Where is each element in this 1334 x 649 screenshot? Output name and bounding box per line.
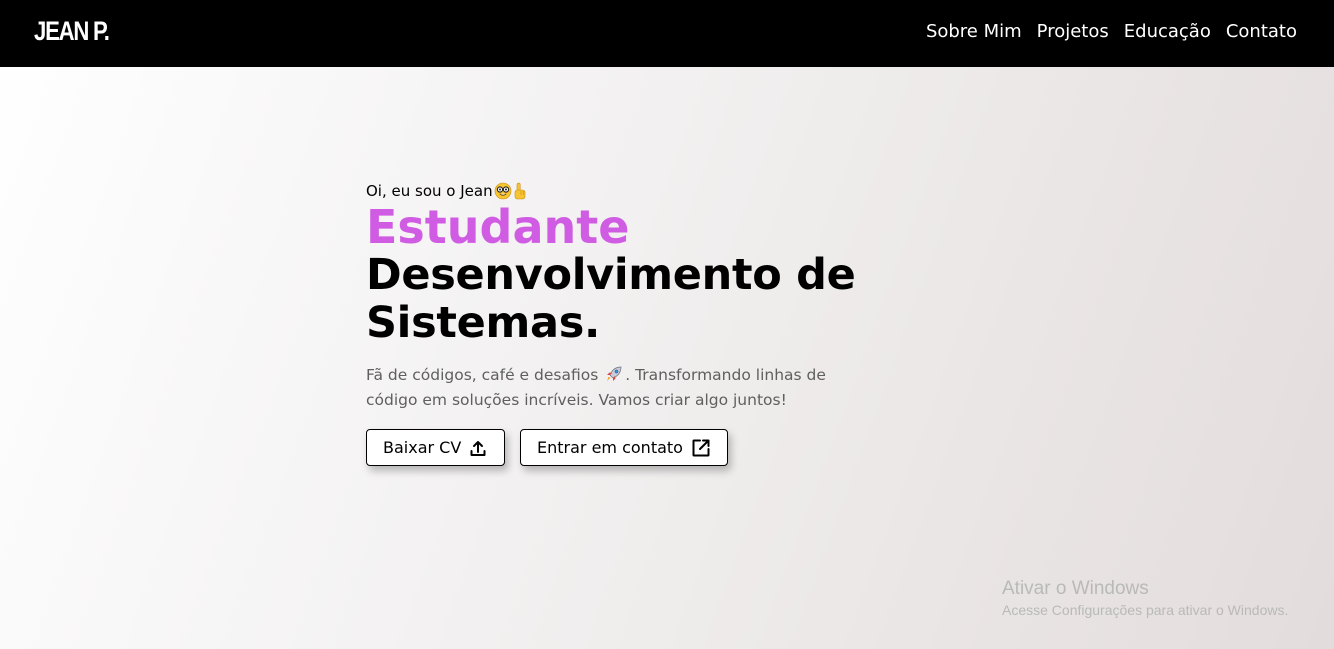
greeting-text: Oi, eu sou o Jean xyxy=(366,182,493,200)
nav-link-projetos[interactable]: Projetos xyxy=(1037,19,1109,45)
rocket-icon xyxy=(605,365,623,383)
hero-buttons: Baixar CV Entrar em contato xyxy=(366,429,906,466)
hero-greeting: Oi, eu sou o Jean xyxy=(366,180,906,202)
download-cv-button[interactable]: Baixar CV xyxy=(366,429,505,466)
external-link-icon xyxy=(691,438,711,458)
contact-label: Entrar em contato xyxy=(537,438,683,457)
navbar: JEAN P. Sobre Mim Projetos Educação Cont… xyxy=(0,0,1334,67)
hero-title-main: Desenvolvimento de Sistemas. xyxy=(366,250,856,348)
nav-link-educacao[interactable]: Educação xyxy=(1124,19,1211,45)
hero-title-accent: Estudante xyxy=(366,200,630,254)
upload-icon xyxy=(469,439,487,457)
windows-activation-watermark: Ativar o Windows Acesse Configurações pa… xyxy=(1002,577,1288,620)
hero-section: Oi, eu sou o Jean Estudante Desenvolvime… xyxy=(366,180,906,466)
watermark-title: Ativar o Windows xyxy=(1002,578,1149,599)
pointing-up-icon xyxy=(513,182,527,200)
nav-link-sobre-mim[interactable]: Sobre Mim xyxy=(926,19,1022,45)
nav-links: Sobre Mim Projetos Educação Contato xyxy=(926,19,1297,45)
description-part-1: Fã de códigos, café e desafios xyxy=(366,366,599,384)
download-cv-label: Baixar CV xyxy=(383,438,462,457)
contact-button[interactable]: Entrar em contato xyxy=(520,429,728,466)
logo[interactable]: JEAN P. xyxy=(34,14,110,48)
nav-link-contato[interactable]: Contato xyxy=(1226,19,1297,45)
hero-description: Fã de códigos, café e desafios . Transfo… xyxy=(366,363,866,413)
watermark-subtitle: Acesse Configurações para ativar o Windo… xyxy=(1002,602,1289,618)
nerd-face-icon xyxy=(494,182,512,200)
